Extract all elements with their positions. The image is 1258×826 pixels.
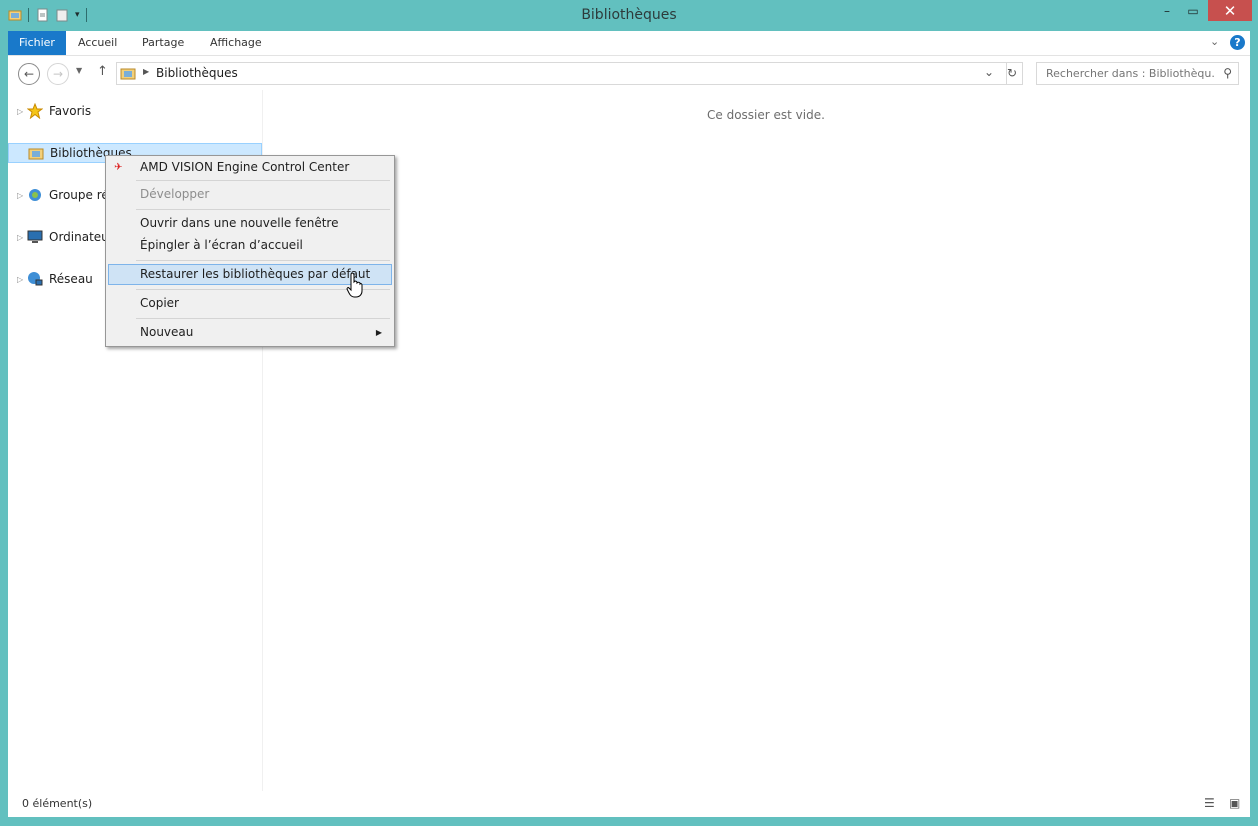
breadcrumb-separator-icon[interactable]: ▶ bbox=[143, 67, 149, 76]
empty-folder-message: Ce dossier est vide. bbox=[707, 108, 825, 122]
nav-item-label: Réseau bbox=[49, 272, 93, 286]
submenu-arrow-icon: ▶ bbox=[375, 328, 382, 337]
window-title: Bibliothèques bbox=[581, 7, 677, 23]
close-button[interactable]: ✕ bbox=[1208, 0, 1252, 21]
expand-icon[interactable]: ▷ bbox=[17, 107, 27, 116]
recent-locations-icon[interactable]: ▼ bbox=[76, 66, 82, 75]
up-arrow-icon[interactable]: ↑ bbox=[97, 64, 108, 79]
network-icon bbox=[27, 271, 43, 287]
menu-item-developper[interactable]: Développer bbox=[108, 184, 390, 205]
forward-arrow-icon: → bbox=[52, 67, 64, 81]
expand-icon[interactable]: ▷ bbox=[17, 233, 27, 242]
tab-partage[interactable]: Partage bbox=[131, 31, 195, 55]
status-bar: 0 élément(s) ☰ ▣ bbox=[8, 791, 1250, 817]
explorer-window: ▾ Bibliothèques – ▭ ✕ Fichier Accueil Pa… bbox=[0, 0, 1258, 826]
context-menu: ✈ AMD VISION Engine Control Center Dével… bbox=[105, 155, 395, 347]
expand-icon[interactable]: ▷ bbox=[17, 275, 27, 284]
back-arrow-icon: ← bbox=[23, 67, 35, 81]
breadcrumb-bibliotheques[interactable]: Bibliothèques bbox=[156, 66, 238, 80]
menu-separator bbox=[136, 318, 390, 319]
tab-fichier[interactable]: Fichier bbox=[8, 31, 66, 55]
maximize-button[interactable]: ▭ bbox=[1182, 0, 1204, 22]
search-icon[interactable]: ⚲ bbox=[1223, 66, 1232, 80]
search-input[interactable] bbox=[1044, 66, 1218, 81]
expand-icon[interactable]: ▷ bbox=[17, 191, 27, 200]
hand-cursor-icon bbox=[346, 272, 364, 301]
minimize-button[interactable]: – bbox=[1156, 0, 1178, 22]
navigation-bar: ← → ▼ ↑ ▶ Bibliothèques ⌄ ↻ ⚲ bbox=[8, 56, 1250, 90]
nav-item-label: Ordinateur bbox=[49, 230, 114, 244]
help-icon[interactable]: ? bbox=[1230, 35, 1245, 50]
library-icon bbox=[28, 145, 44, 161]
menu-item-ouvrir-nouvelle-fenetre[interactable]: Ouvrir dans une nouvelle fenêtre bbox=[108, 213, 390, 234]
menu-item-epingler-accueil[interactable]: Épingler à l’écran d’accueil bbox=[108, 235, 390, 256]
refresh-button[interactable]: ↻ bbox=[1002, 62, 1023, 85]
menu-separator bbox=[136, 260, 390, 261]
library-icon bbox=[120, 65, 136, 84]
menu-separator bbox=[136, 209, 390, 210]
ribbon-tabs: Fichier Accueil Partage Affichage ⌄ ? bbox=[8, 31, 1250, 56]
details-view-icon[interactable]: ☰ bbox=[1204, 796, 1215, 810]
homegroup-icon bbox=[27, 187, 43, 203]
menu-item-amd-vision[interactable]: ✈ AMD VISION Engine Control Center bbox=[108, 157, 390, 178]
expand-ribbon-icon[interactable]: ⌄ bbox=[1210, 35, 1219, 48]
forward-button[interactable]: → bbox=[47, 63, 69, 85]
star-icon bbox=[27, 103, 43, 119]
refresh-icon: ↻ bbox=[1006, 66, 1018, 80]
minimize-icon: – bbox=[1164, 4, 1170, 18]
back-button[interactable]: ← bbox=[18, 63, 40, 85]
amd-icon: ✈ bbox=[114, 162, 123, 173]
close-icon: ✕ bbox=[1223, 1, 1237, 20]
nav-item-favoris[interactable]: ▷ Favoris bbox=[8, 101, 260, 121]
search-box[interactable]: ⚲ bbox=[1036, 62, 1239, 85]
chevron-down-icon[interactable]: ⌄ bbox=[984, 65, 994, 79]
large-icons-view-icon[interactable]: ▣ bbox=[1229, 796, 1240, 810]
computer-icon bbox=[27, 229, 43, 245]
tab-accueil[interactable]: Accueil bbox=[67, 31, 128, 55]
nav-item-label: Favoris bbox=[49, 104, 92, 118]
address-bar[interactable]: ▶ Bibliothèques ⌄ bbox=[116, 62, 1007, 85]
item-count: 0 élément(s) bbox=[22, 797, 93, 810]
menu-item-nouveau[interactable]: Nouveau ▶ bbox=[108, 322, 390, 343]
title-bar[interactable]: ▾ Bibliothèques – ▭ ✕ bbox=[0, 0, 1258, 30]
maximize-icon: ▭ bbox=[1187, 4, 1199, 18]
menu-separator bbox=[136, 180, 390, 181]
tab-affichage[interactable]: Affichage bbox=[199, 31, 273, 55]
